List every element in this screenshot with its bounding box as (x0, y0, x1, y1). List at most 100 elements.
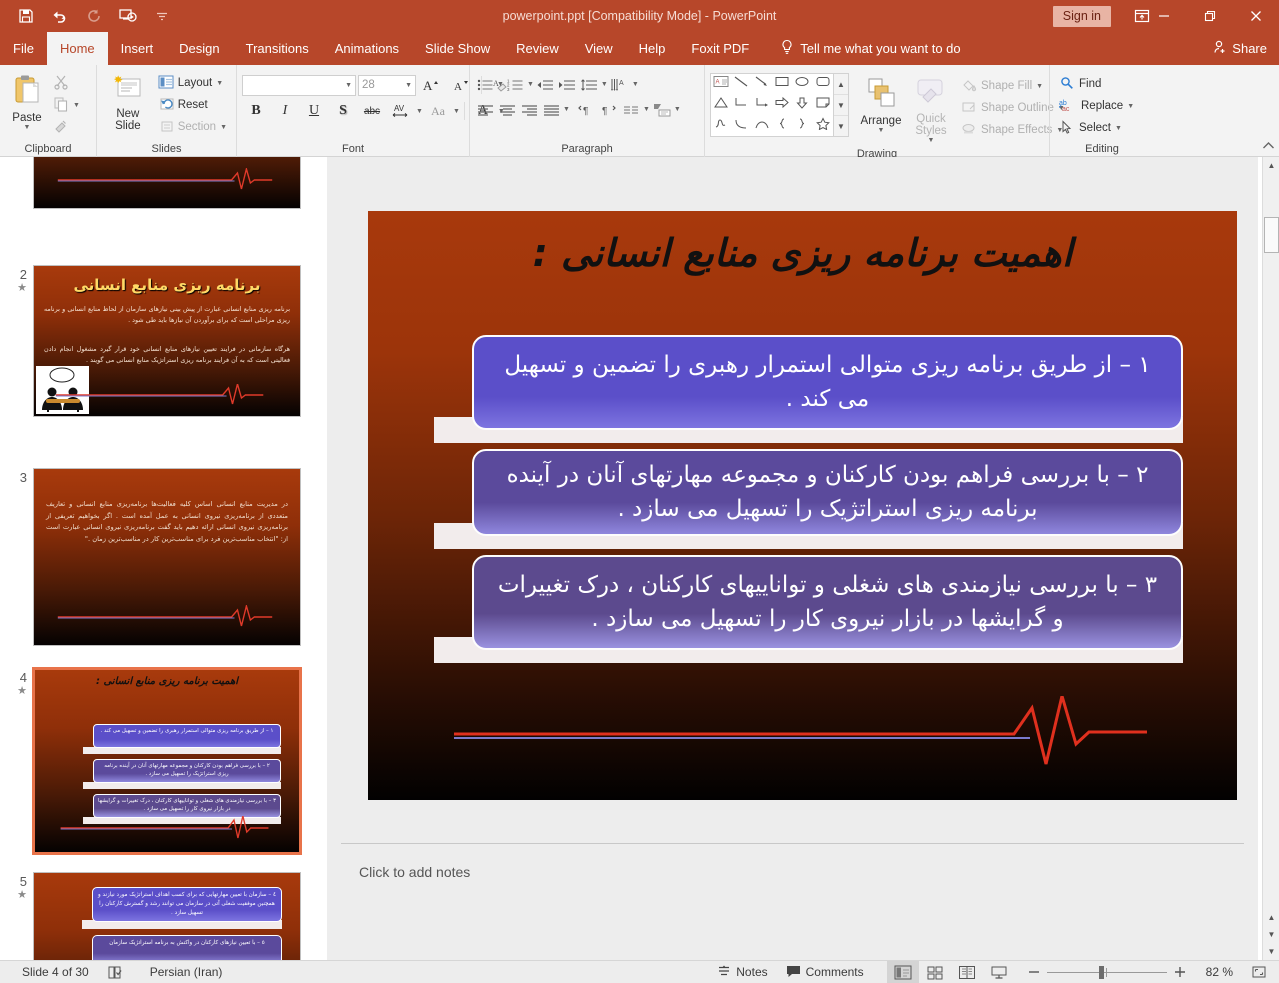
tab-design[interactable]: Design (166, 32, 232, 65)
thumbnail-slide-5[interactable]: 5 ★ ٤ – سازمان با تعیین مهارتهایی که برا… (0, 872, 327, 960)
notes-pane[interactable]: Click to add notes (341, 843, 1244, 947)
format-painter-button[interactable] (49, 116, 84, 138)
gallery-scroll-down-icon[interactable]: ▼ (834, 95, 848, 116)
convert-to-smartart-button[interactable] (652, 99, 673, 120)
scroll-up-icon[interactable]: ▲ (1263, 157, 1279, 174)
quick-styles-button[interactable]: Quick Styles ▼ (909, 75, 953, 146)
gallery-scroll-up-icon[interactable]: ▲ (834, 74, 848, 95)
start-from-beginning-icon[interactable] (116, 4, 140, 28)
thumbnail-slide-3[interactable]: 3 در مدیریت منابع انسانی اساس کلیه فعالی… (0, 468, 327, 646)
down-arrow-shape-icon[interactable] (794, 96, 810, 114)
notes-button[interactable]: Notes (708, 961, 776, 983)
thumbnail-image-2[interactable]: برنامه ریزی منابع انسانی برنامه ریزی منا… (33, 265, 301, 417)
slide-show-view-button[interactable] (983, 961, 1015, 983)
left-brace-shape-icon[interactable] (774, 117, 790, 135)
chevron-down-icon[interactable]: ▼ (563, 106, 570, 113)
reading-view-button[interactable] (951, 961, 983, 983)
copy-button[interactable]: ▼ (49, 94, 84, 116)
scribble-shape-icon[interactable] (713, 117, 729, 135)
tab-transitions[interactable]: Transitions (233, 32, 322, 65)
elbow-connector-icon[interactable] (733, 96, 749, 114)
zoom-level-label[interactable]: 82 % (1197, 961, 1242, 983)
next-slide-icon[interactable]: ▼ (1263, 926, 1279, 943)
comments-button[interactable]: Comments (777, 961, 873, 983)
thumbnail-image-4[interactable]: اهمیت برنامه ریزی منابع انسانی : ۱ – از … (32, 667, 302, 855)
text-shadow-button[interactable]: S (329, 100, 357, 122)
share-button[interactable]: Share (1211, 32, 1267, 65)
thumbnail-image-1[interactable]: برنامه ریزی منابع انسانی (33, 157, 301, 209)
tab-insert[interactable]: Insert (108, 32, 167, 65)
star-shape-icon[interactable] (815, 117, 831, 135)
rectangle-shape-icon[interactable] (774, 75, 790, 93)
thumbnail-image-3[interactable]: در مدیریت منابع انسانی اساس کلیه فعالیت‌… (33, 468, 301, 646)
thumbnail-slide-2[interactable]: 2 ★ برنامه ریزی منابع انسانی برنامه ریزی… (0, 265, 327, 417)
thumbnail-slide-4[interactable]: 4 ★ اهمیت برنامه ریزی منابع انسانی : ۱ –… (0, 667, 327, 855)
content-box-2[interactable]: ۲ – با بررسی فراهم بودن کارکنان و مجموعه… (434, 449, 1183, 549)
chevron-down-icon[interactable]: ▼ (674, 106, 681, 113)
slide-thumbnail-pane[interactable]: 1 برنامه ریزی منابع انسانی 2 ★ برنامه ری… (0, 157, 327, 960)
increase-font-size-button[interactable]: A (418, 74, 446, 96)
slide-scroll-thumb[interactable] (1264, 217, 1279, 253)
replace-button[interactable]: ab ac Replace ▼ (1055, 95, 1138, 117)
italic-button[interactable]: I (271, 100, 299, 122)
fit-slide-to-window-button[interactable] (1242, 961, 1279, 983)
chevron-down-icon[interactable]: ▼ (24, 124, 31, 131)
scroll-down-icon[interactable]: ▼ (1263, 943, 1279, 960)
triangle-shape-icon[interactable] (713, 96, 729, 114)
line-spacing-button[interactable] (579, 74, 600, 95)
chevron-down-icon[interactable]: ▼ (453, 108, 460, 115)
content-box-3[interactable]: ۳ – با بررسی نیازمندی های شغلی و توانایی… (434, 555, 1183, 663)
rounded-rectangle-shape-icon[interactable] (815, 75, 831, 93)
undo-icon[interactable] (48, 4, 72, 28)
chevron-down-icon[interactable]: ▼ (1036, 83, 1043, 90)
underline-button[interactable]: U (300, 100, 328, 122)
rtl-direction-button[interactable]: ¶ (599, 99, 620, 120)
arc-shape-icon[interactable] (754, 117, 770, 135)
close-button[interactable] (1233, 0, 1279, 32)
chevron-down-icon[interactable]: ▼ (405, 82, 412, 89)
align-left-button[interactable] (475, 99, 496, 120)
oval-shape-icon[interactable] (794, 75, 810, 93)
tab-home[interactable]: Home (46, 32, 108, 65)
chevron-down-icon[interactable]: ▼ (601, 81, 608, 88)
zoom-in-button[interactable] (1167, 961, 1197, 983)
chevron-down-icon[interactable]: ▼ (216, 80, 223, 87)
chevron-down-icon[interactable]: ▼ (643, 106, 650, 113)
current-slide-canvas[interactable]: اهمیت برنامه ریزی منابع انسانی : ۱ – از … (368, 211, 1237, 800)
tab-slide-show[interactable]: Slide Show (412, 32, 503, 65)
paste-button[interactable]: Paste ▼ (5, 72, 49, 133)
line-shape-icon[interactable] (733, 75, 749, 93)
right-brace-shape-icon[interactable] (794, 117, 810, 135)
chevron-down-icon[interactable]: ▼ (878, 127, 885, 134)
minimize-button[interactable] (1141, 0, 1187, 32)
chevron-down-icon[interactable]: ▼ (497, 81, 504, 88)
spell-check-icon[interactable] (98, 961, 132, 983)
slide-pane-scrollbar[interactable]: ▲ ▲ ▼ ▼ (1262, 157, 1279, 960)
tab-file[interactable]: File (0, 32, 47, 65)
shapes-gallery[interactable]: A (710, 73, 834, 137)
content-box-1-text[interactable]: ۱ – از طریق برنامه ریزی متوالی استمرار ر… (472, 335, 1183, 430)
restore-button[interactable] (1187, 0, 1233, 32)
tell-me-search[interactable]: Tell me what you want to do (780, 32, 961, 65)
right-arrow-shape-icon[interactable] (774, 96, 790, 114)
content-box-2-text[interactable]: ۲ – با بررسی فراهم بودن کارکنان و مجموعه… (472, 449, 1183, 536)
slide-indicator[interactable]: Slide 4 of 30 (0, 961, 98, 983)
reset-button[interactable]: Reset (154, 94, 231, 116)
layout-button[interactable]: Layout ▼ (154, 72, 231, 94)
slide-title-placeholder[interactable]: اهمیت برنامه ریزی منابع انسانی : (368, 217, 1237, 289)
zoom-slider-handle[interactable] (1098, 965, 1104, 979)
increase-indent-button[interactable] (557, 74, 578, 95)
zoom-out-button[interactable] (1015, 961, 1047, 983)
change-case-button[interactable]: Aa (424, 100, 452, 122)
slide-sorter-view-button[interactable] (919, 961, 951, 983)
tab-animations[interactable]: Animations (322, 32, 412, 65)
numbering-button[interactable]: 123 (505, 74, 526, 95)
chevron-down-icon[interactable]: ▼ (1127, 103, 1134, 110)
bullets-button[interactable] (475, 74, 496, 95)
tab-view[interactable]: View (572, 32, 626, 65)
decrease-indent-button[interactable] (535, 74, 556, 95)
tab-help[interactable]: Help (626, 32, 679, 65)
curve-shape-icon[interactable] (733, 117, 749, 135)
bold-button[interactable]: B (242, 100, 270, 122)
select-button[interactable]: Select ▼ (1055, 117, 1126, 139)
